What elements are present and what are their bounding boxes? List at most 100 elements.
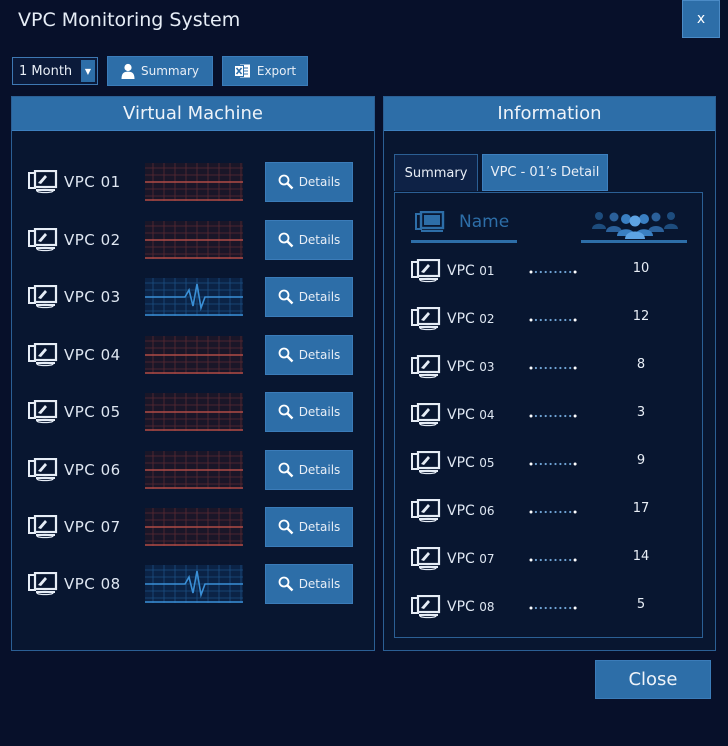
search-icon (278, 232, 294, 248)
computer-icon (411, 499, 441, 523)
info-vm-number: 04 (479, 408, 495, 422)
excel-icon (233, 64, 250, 78)
vm-name-number: 08 (100, 575, 121, 593)
details-button[interactable]: Details (265, 392, 353, 432)
details-button[interactable]: Details (265, 277, 353, 317)
details-button-label: Details (298, 290, 341, 304)
info-vm-prefix: VPC (447, 407, 475, 423)
details-button-label: Details (298, 233, 341, 247)
computer-icon (28, 170, 58, 194)
details-button-label: Details (298, 463, 341, 477)
vm-name-number: 04 (100, 346, 121, 364)
computer-icon (28, 572, 58, 596)
window-close-button[interactable]: x (682, 0, 720, 38)
computer-icon (411, 259, 441, 283)
chevron-down-icon[interactable]: ▼ (81, 60, 95, 82)
vm-name: VPC 08 (64, 575, 121, 593)
summary-button[interactable]: Summary (107, 56, 213, 86)
search-icon (278, 289, 294, 305)
activity-graph (145, 221, 243, 259)
vm-name-prefix: VPC (64, 403, 96, 421)
vm-row: VPC 07 Details (28, 507, 358, 547)
search-icon (278, 462, 294, 478)
computer-icon (28, 285, 58, 309)
details-button-label: Details (298, 348, 341, 362)
info-vm-name: VPC 08 (447, 599, 495, 615)
details-button[interactable]: Details (265, 220, 353, 260)
information-panel-title: Information (384, 97, 715, 131)
vm-name-number: 05 (100, 403, 121, 421)
vm-row: VPC 05 Details (28, 392, 358, 432)
activity-graph (145, 508, 243, 546)
details-button-label: Details (298, 405, 341, 419)
period-select[interactable]: 1 Month ▼ (12, 57, 98, 85)
details-button[interactable]: Details (265, 335, 353, 375)
details-button[interactable]: Details (265, 450, 353, 490)
info-vm-number: 03 (479, 360, 495, 374)
dotted-connector (529, 366, 577, 370)
vm-name-prefix: VPC (64, 231, 96, 249)
vm-name: VPC 01 (64, 173, 121, 191)
info-vm-number: 02 (479, 312, 495, 326)
dotted-connector (529, 558, 577, 562)
virtual-machine-panel-title: Virtual Machine (12, 97, 374, 131)
info-row: VPC 08 5 (411, 593, 701, 623)
info-row: VPC 01 10 (411, 257, 701, 287)
dotted-connector (529, 606, 577, 610)
details-button-label: Details (298, 520, 341, 534)
info-vm-name: VPC 02 (447, 311, 495, 327)
info-row: VPC 07 14 (411, 545, 701, 575)
details-button[interactable]: Details (265, 507, 353, 547)
export-button[interactable]: Export (222, 56, 308, 86)
vm-row: VPC 02 Details (28, 220, 358, 260)
vm-row: VPC 06 Details (28, 450, 358, 490)
info-vm-name: VPC 04 (447, 407, 495, 423)
computer-icon (28, 515, 58, 539)
user-count: 5 (636, 597, 646, 612)
activity-graph (145, 393, 243, 431)
computer-icon (28, 343, 58, 367)
vm-name-number: 01 (100, 173, 121, 191)
details-button[interactable]: Details (265, 162, 353, 202)
user-count: 10 (632, 261, 650, 276)
info-vm-prefix: VPC (447, 311, 475, 327)
vm-name: VPC 04 (64, 346, 121, 364)
activity-graph (145, 565, 243, 603)
info-row: VPC 02 12 (411, 305, 701, 335)
computer-icon (411, 403, 441, 427)
close-button[interactable]: Close (595, 660, 711, 699)
info-vm-name: VPC 03 (447, 359, 495, 375)
vm-name: VPC 03 (64, 288, 121, 306)
vm-row: VPC 03 Details (28, 277, 358, 317)
user-count: 3 (636, 405, 646, 420)
info-row: VPC 03 8 (411, 353, 701, 383)
dotted-connector (529, 510, 577, 514)
info-vm-number: 07 (479, 552, 495, 566)
tab-vpc-detail[interactable]: VPC - 01’s Detail (482, 154, 608, 191)
search-icon (278, 174, 294, 190)
vm-name-prefix: VPC (64, 173, 96, 191)
user-count: 12 (632, 309, 650, 324)
user-icon (121, 63, 135, 79)
tab-summary[interactable]: Summary (394, 154, 478, 191)
vm-name-number: 07 (100, 518, 121, 536)
computer-icon (411, 355, 441, 379)
computer-icon (28, 458, 58, 482)
summary-button-label: Summary (141, 64, 199, 78)
info-vm-number: 06 (479, 504, 495, 518)
computer-icon (411, 595, 441, 619)
user-count: 14 (632, 549, 650, 564)
activity-graph (145, 451, 243, 489)
info-row: VPC 04 3 (411, 401, 701, 431)
vm-name-prefix: VPC (64, 518, 96, 536)
users-column-header (581, 209, 687, 243)
info-vm-prefix: VPC (447, 359, 475, 375)
user-count: 17 (632, 501, 650, 516)
computer-icon (411, 307, 441, 331)
vm-name-prefix: VPC (64, 288, 96, 306)
vm-row: VPC 04 Details (28, 335, 358, 375)
details-button[interactable]: Details (265, 564, 353, 604)
information-panel: Information Summary VPC - 01’s Detail Na… (383, 96, 716, 651)
info-vm-name: VPC 06 (447, 503, 495, 519)
info-vm-name: VPC 01 (447, 263, 495, 279)
